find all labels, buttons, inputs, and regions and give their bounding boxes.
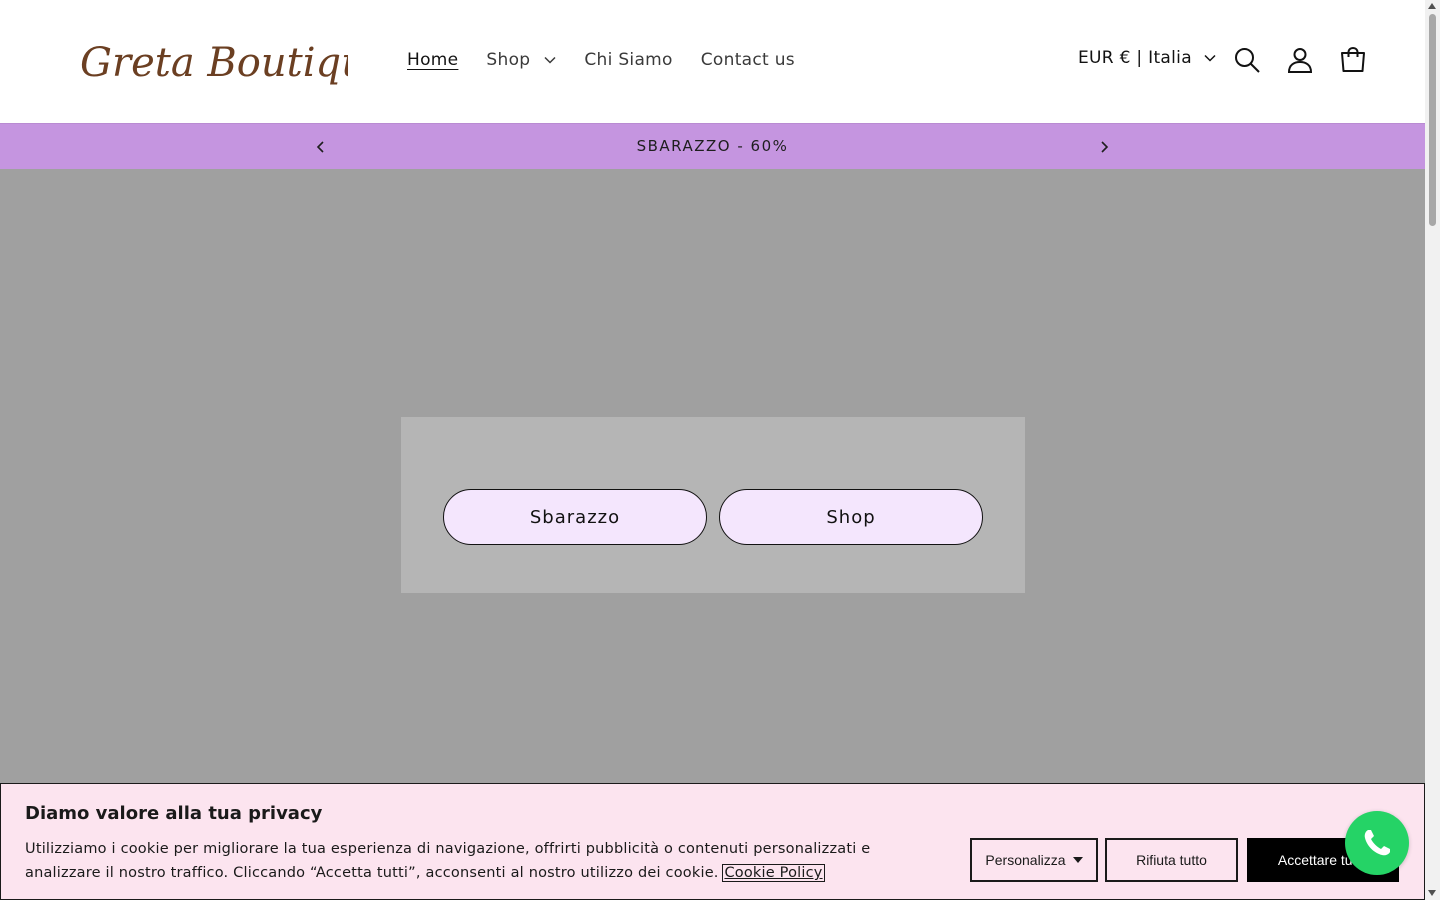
cookie-description: Utilizziamo i cookie per migliorare la t…: [25, 837, 930, 885]
main-nav: Home Shop Chi Siamo Contact us: [393, 44, 809, 76]
nav-contact-us[interactable]: Contact us: [687, 44, 809, 76]
locale-label: EUR € | Italia: [1078, 48, 1192, 68]
scroll-down-arrow[interactable]: [1428, 890, 1436, 896]
cookie-title: Diamo valore alla tua privacy: [25, 803, 323, 824]
greta-boutique-logo[interactable]: Greta Boutique: [78, 28, 348, 94]
vertical-scrollbar[interactable]: [1425, 0, 1440, 900]
nav-shop[interactable]: Shop: [472, 44, 570, 76]
whatsapp-icon: [1364, 830, 1390, 856]
chevron-down-icon: [544, 56, 556, 64]
cookie-banner: Diamo valore alla tua privacy Utilizziam…: [0, 783, 1425, 900]
scroll-up-arrow[interactable]: [1428, 3, 1436, 9]
chevron-right-icon[interactable]: [1096, 139, 1112, 155]
announcement-text: SBARAZZO - 60%: [636, 137, 789, 155]
shop-button[interactable]: Shop: [719, 489, 983, 545]
reject-all-button[interactable]: Rifiuta tutto: [1105, 838, 1238, 882]
announcement-bar: SBARAZZO - 60%: [0, 123, 1425, 169]
site-header: Greta Boutique Home Shop Chi Siamo Conta…: [0, 0, 1425, 123]
sbarazzo-button[interactable]: Sbarazzo: [443, 489, 707, 545]
svg-text:Greta Boutique: Greta Boutique: [80, 40, 348, 86]
customize-label: Personalizza: [985, 852, 1066, 868]
nav-home[interactable]: Home: [393, 44, 472, 76]
nav-chi-siamo[interactable]: Chi Siamo: [570, 44, 686, 76]
scroll-thumb[interactable]: [1429, 14, 1436, 226]
account-icon[interactable]: [1286, 46, 1314, 74]
search-icon[interactable]: [1233, 46, 1261, 74]
hero-content-box: Sbarazzo Shop: [401, 417, 1025, 593]
currency-country-selector[interactable]: EUR € | Italia: [1078, 48, 1216, 68]
cookie-policy-link[interactable]: Cookie Policy: [722, 864, 825, 882]
cart-icon[interactable]: [1339, 46, 1367, 74]
whatsapp-chat-button[interactable]: [1345, 811, 1409, 875]
caret-down-icon: [1072, 857, 1083, 863]
chevron-down-icon: [1204, 54, 1216, 62]
customize-button[interactable]: Personalizza: [970, 838, 1098, 882]
